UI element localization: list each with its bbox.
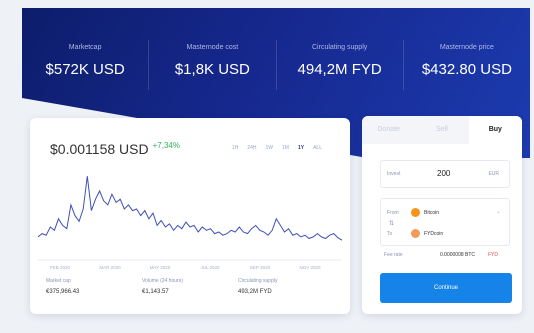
stat-value: $432.80 USD	[421, 61, 512, 78]
tab-sell[interactable]: Sell	[415, 116, 469, 144]
amount-label: Invest	[387, 171, 401, 177]
stat-circulating-supply: Circulating supply 494,2M FYD	[277, 40, 404, 90]
stat-value: $572K USD	[45, 61, 125, 78]
stat-masternode-cost: Masternode cost $1,8K USD	[149, 40, 277, 90]
to-coin-name: FYDcoin	[424, 230, 444, 237]
trade-tabs: Donate Sell Buy	[362, 116, 522, 144]
stat-value: $1,8K USD	[174, 61, 250, 78]
footer-label: Circulating supply	[238, 278, 278, 284]
from-coin-name: Bitcoin	[424, 209, 440, 216]
rate-note: FYD	[488, 252, 498, 258]
x-tick-label: JUL 2020	[200, 265, 220, 270]
stat-label: Masternode cost	[186, 44, 239, 51]
footer-value: 493,2M FYD	[238, 289, 272, 295]
stat-label: Marketcap	[68, 44, 102, 51]
stat-value: 494,2M FYD	[297, 61, 382, 78]
x-tick-label: MAR 2020	[99, 265, 121, 270]
x-tick-label: MAY 2020	[150, 265, 171, 270]
currency-pair: From Bitcoin ⌄ ⇅ To FYDcoin	[380, 198, 510, 246]
footer-volume: Volume (24 hours) €1,143.57	[142, 278, 238, 295]
stat-marketcap: Marketcap $572K USD	[22, 40, 150, 90]
rate-label: Fee rate	[384, 252, 403, 258]
from-coin-select[interactable]: Bitcoin	[411, 208, 439, 217]
fydcoin-icon	[411, 229, 420, 238]
x-tick-label: NOV 2020	[299, 265, 321, 270]
bitcoin-icon	[411, 208, 420, 217]
price-line-chart: FEB 2020 MAR 2020 MAY 2020 JUL 2020 SEP 2020…	[37, 176, 343, 270]
stat-masternode-price: Masternode price $432.80 USD	[404, 40, 530, 90]
footer-label: Volume (24 hours)	[142, 278, 183, 284]
stat-label: Masternode price	[439, 44, 494, 51]
chevron-down-icon[interactable]: ⌄	[496, 208, 501, 215]
to-coin-select[interactable]: FYDcoin	[411, 229, 443, 238]
x-tick-label: SEP 2020	[250, 265, 271, 270]
to-label: To	[387, 231, 393, 237]
footer-value: €375,966.43	[46, 289, 80, 295]
tab-buy[interactable]: Buy	[468, 116, 522, 144]
tab-donate[interactable]: Donate	[362, 116, 416, 144]
price-chart-card: $0.001158 USD +7,34% 1H 24H 1W 1M 1Y ALL …	[30, 118, 350, 314]
footer-label: Market cap	[46, 278, 71, 284]
trade-widget: Donate Sell Buy Invest 200 EUR From Bitc…	[362, 116, 522, 314]
stat-label: Circulating supply	[312, 44, 368, 51]
amount-unit[interactable]: EUR	[488, 171, 499, 177]
swap-icon[interactable]: ⇅	[389, 220, 394, 227]
amount-field[interactable]: Invest 200 EUR	[380, 160, 510, 188]
stats-bar: Marketcap $572K USD Masternode cost $1,8…	[22, 40, 530, 90]
rate-value: 0.0000008 BTC	[440, 252, 476, 258]
amount-value[interactable]: 200	[437, 169, 450, 178]
footer-market-cap: Market cap €375,966.43	[46, 278, 142, 295]
footer-circulating-supply: Circulating supply 493,2M FYD	[238, 278, 334, 295]
chart-footer: Market cap €375,966.43 Volume (24 hours)…	[30, 278, 350, 295]
x-tick-label: FEB 2020	[50, 265, 71, 270]
footer-value: €1,143.57	[142, 289, 169, 295]
continue-button[interactable]: Continue	[380, 273, 512, 303]
price-line	[37, 176, 343, 241]
from-label: From	[387, 210, 399, 216]
